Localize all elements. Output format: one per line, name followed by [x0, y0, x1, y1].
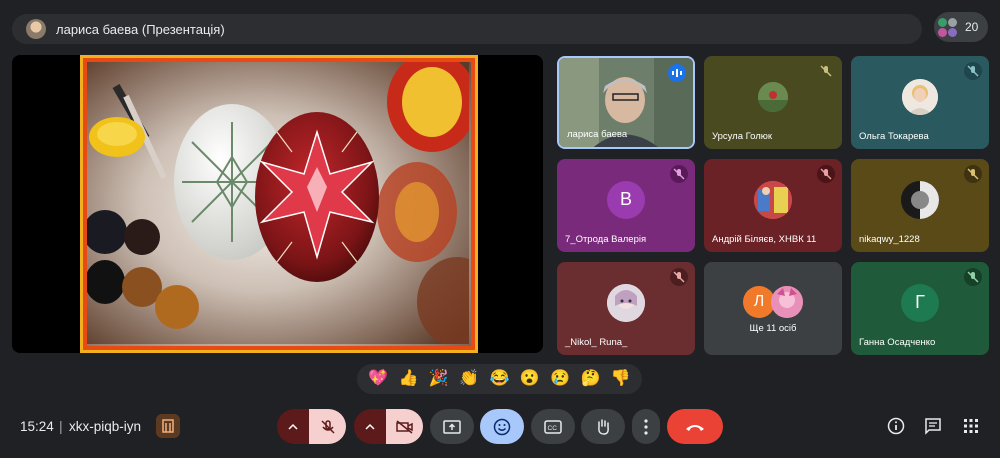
participant-avatar — [902, 78, 938, 115]
participant-avatar — [607, 283, 645, 322]
mic-off-icon — [670, 268, 688, 286]
host-controls-icon[interactable] — [156, 414, 180, 438]
reaction-thumbs-up[interactable]: 👍 — [399, 371, 419, 387]
reaction-heart[interactable]: 💖 — [368, 371, 388, 387]
mic-off-icon — [964, 62, 982, 80]
participant-name: Урсула Голюк — [712, 131, 773, 142]
participant-avatar — [754, 180, 792, 219]
participant-tile[interactable]: В 7_Отрода Валерія — [557, 159, 695, 252]
chat-icon — [925, 418, 941, 435]
present-icon — [443, 419, 461, 434]
participant-avatar — [901, 180, 939, 219]
participant-tile[interactable]: лариса баева — [557, 56, 695, 149]
mic-off-icon — [964, 268, 982, 286]
more-participants-tile[interactable]: Л Ще 11 осіб — [704, 262, 842, 355]
participant-tile[interactable]: Г Ганна Осадченко — [851, 262, 989, 355]
more-participants-label: Ще 11 осіб — [749, 323, 797, 334]
mic-off-icon — [817, 62, 835, 80]
participant-tile[interactable]: Урсула Голюк — [704, 56, 842, 149]
participant-name: 7_Отрода Валерія — [565, 234, 647, 245]
presentation-banner: лариса баева (Презентація) — [12, 14, 922, 44]
presentation-stage[interactable] — [12, 55, 543, 353]
apps-grid-icon — [964, 419, 978, 433]
participant-tile[interactable]: Андрій Біляєв, ХНВК 11 — [704, 159, 842, 252]
participant-name: Ганна Осадченко — [859, 337, 936, 348]
reaction-clap[interactable]: 👏 — [459, 371, 479, 387]
chat-button[interactable] — [921, 414, 945, 438]
activities-button[interactable] — [959, 414, 983, 438]
divider: | — [59, 418, 63, 434]
reactions-button[interactable] — [480, 409, 524, 444]
presenter-avatar — [26, 19, 46, 39]
participant-tile[interactable]: Ольга Токарева — [851, 56, 989, 149]
mic-off-icon — [320, 419, 335, 434]
participant-avatar — [771, 286, 803, 318]
easter-eggs-image — [87, 62, 471, 346]
mic-toggle-button[interactable] — [309, 409, 346, 444]
mic-off-icon — [817, 165, 835, 183]
audio-options-button[interactable] — [277, 409, 309, 444]
participant-avatar: В — [607, 180, 645, 219]
chevron-up-icon — [365, 423, 375, 430]
camera-off-icon — [395, 419, 413, 434]
captions-button[interactable]: CC — [531, 409, 575, 444]
participant-name: лариса баева — [567, 129, 628, 140]
captions-icon: CC — [544, 419, 562, 434]
chevron-up-icon — [288, 423, 298, 430]
end-call-icon — [686, 424, 704, 431]
speaking-icon — [668, 64, 686, 82]
participant-count: 20 — [965, 20, 979, 34]
camera-toggle-button[interactable] — [386, 409, 423, 444]
participants-icon — [938, 17, 958, 37]
participants-button[interactable]: 20 — [934, 12, 988, 42]
present-screen-button[interactable] — [430, 409, 474, 444]
emoji-icon — [493, 418, 511, 435]
reaction-thinking[interactable]: 🤔 — [581, 371, 601, 387]
participant-avatar — [758, 81, 788, 112]
reaction-laugh[interactable]: 😂 — [490, 371, 510, 387]
reaction-sad[interactable]: 😢 — [550, 371, 570, 387]
raise-hand-button[interactable] — [581, 409, 625, 444]
mic-off-icon — [670, 165, 688, 183]
info-icon — [887, 417, 905, 435]
reaction-surprised[interactable]: 😮 — [520, 371, 540, 387]
participant-tile[interactable]: _Nikol_ Runa_ — [557, 262, 695, 355]
svg-text:CC: CC — [548, 425, 558, 432]
participant-name: nikaqwy_1228 — [859, 234, 920, 245]
mic-off-icon — [964, 165, 982, 183]
reactions-bar: 💖 👍 🎉 👏 😂 😮 😢 🤔 👎 — [357, 364, 642, 394]
participant-name: _Nikol_ Runa_ — [565, 337, 628, 348]
leave-call-button[interactable] — [667, 409, 723, 444]
meeting-details-button[interactable] — [884, 414, 908, 438]
participant-tile[interactable]: nikaqwy_1228 — [851, 159, 989, 252]
video-options-button[interactable] — [354, 409, 386, 444]
meeting-time: 15:24 — [20, 419, 54, 434]
participant-name: Ольга Токарева — [859, 131, 929, 142]
presentation-title: лариса баева (Презентація) — [56, 21, 225, 37]
raise-hand-icon — [598, 418, 609, 435]
more-options-button[interactable] — [632, 409, 660, 444]
reaction-party[interactable]: 🎉 — [429, 371, 449, 387]
participant-avatar: Г — [901, 283, 939, 322]
participant-name: Андрій Біляєв, ХНВК 11 — [712, 234, 817, 245]
meeting-code: xkx-piqb-iyn — [69, 419, 142, 434]
reaction-thumbs-down[interactable]: 👎 — [611, 371, 631, 387]
presentation-slide — [80, 55, 478, 353]
more-vert-icon — [644, 418, 648, 435]
